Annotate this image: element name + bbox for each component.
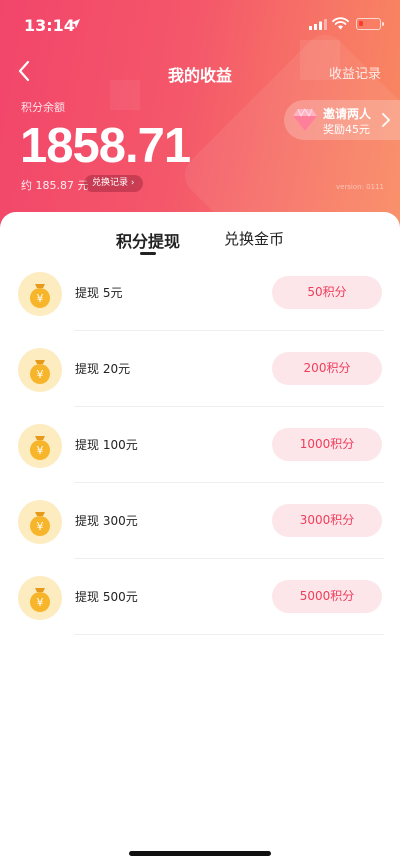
battery-icon xyxy=(356,18,384,30)
money-bag-icon: ¥ xyxy=(18,272,62,316)
withdraw-amount-label: 提现 500元 xyxy=(75,590,138,604)
location-arrow-icon xyxy=(70,18,81,29)
withdraw-option-row: ¥ 提现 300元 3000积分 xyxy=(0,483,400,559)
svg-text:¥: ¥ xyxy=(37,368,44,381)
money-bag-icon: ¥ xyxy=(18,424,62,468)
header-banner: 13:14 我的收益 收益记录 积分余额 1858.71 约 185.87 元 … xyxy=(0,0,400,240)
redeem-points-button[interactable]: 5000积分 xyxy=(272,580,382,613)
wifi-icon xyxy=(332,17,349,30)
earnings-record-link[interactable]: 收益记录 xyxy=(329,63,381,82)
chevron-right-icon: › xyxy=(130,178,135,188)
status-time: 13:14 xyxy=(24,16,75,35)
withdraw-amount-label: 提现 100元 xyxy=(75,438,138,452)
redeem-points-button[interactable]: 50积分 xyxy=(272,276,382,309)
invite-reward-card[interactable]: 邀请两人 奖励45元 xyxy=(284,100,400,140)
invite-text-line2: 奖励45元 xyxy=(323,123,370,136)
exchange-record-label: 兑换记录 xyxy=(92,178,129,188)
svg-text:¥: ¥ xyxy=(37,444,44,457)
withdraw-option-row: ¥ 提现 5元 50积分 xyxy=(0,255,400,331)
signal-icon xyxy=(309,19,327,30)
withdraw-panel: 积分提现 兑换金币 ¥ 提现 5元 50积分 ¥ 提现 20元 200积分 ¥ … xyxy=(0,212,400,865)
money-bag-icon: ¥ xyxy=(18,348,62,392)
withdraw-amount-label: 提现 5元 xyxy=(75,286,123,300)
balance-approx-cash: 约 185.87 元 xyxy=(21,179,89,192)
withdraw-option-row: ¥ 提现 500元 5000积分 xyxy=(0,559,400,635)
version-label: version: 0111 xyxy=(335,183,384,191)
svg-text:¥: ¥ xyxy=(37,520,44,533)
balance-label: 积分余额 xyxy=(21,101,65,114)
chevron-right-icon xyxy=(382,113,390,127)
diamond-gem-icon xyxy=(293,108,317,131)
exchange-record-button[interactable]: 兑换记录 › xyxy=(84,175,143,192)
tab-points-withdraw[interactable]: 积分提现 xyxy=(116,228,180,252)
withdraw-amount-label: 提现 300元 xyxy=(75,514,138,528)
invite-text-line1: 邀请两人 xyxy=(323,107,372,121)
balance-value: 1858.71 xyxy=(20,119,191,173)
withdraw-option-row: ¥ 提现 20元 200积分 xyxy=(0,331,400,407)
withdraw-option-row: ¥ 提现 100元 1000积分 xyxy=(0,407,400,483)
money-bag-icon: ¥ xyxy=(18,500,62,544)
home-indicator[interactable] xyxy=(129,851,271,856)
redeem-points-button[interactable]: 3000积分 xyxy=(272,504,382,537)
tab-exchange-coins[interactable]: 兑换金币 xyxy=(224,228,284,249)
svg-text:¥: ¥ xyxy=(37,596,44,609)
redeem-points-button[interactable]: 200积分 xyxy=(272,352,382,385)
redeem-points-button[interactable]: 1000积分 xyxy=(272,428,382,461)
status-bar: 13:14 xyxy=(0,0,400,48)
withdraw-amount-label: 提现 20元 xyxy=(75,362,131,376)
row-divider xyxy=(74,634,384,635)
svg-text:¥: ¥ xyxy=(37,292,44,305)
money-bag-icon: ¥ xyxy=(18,576,62,620)
